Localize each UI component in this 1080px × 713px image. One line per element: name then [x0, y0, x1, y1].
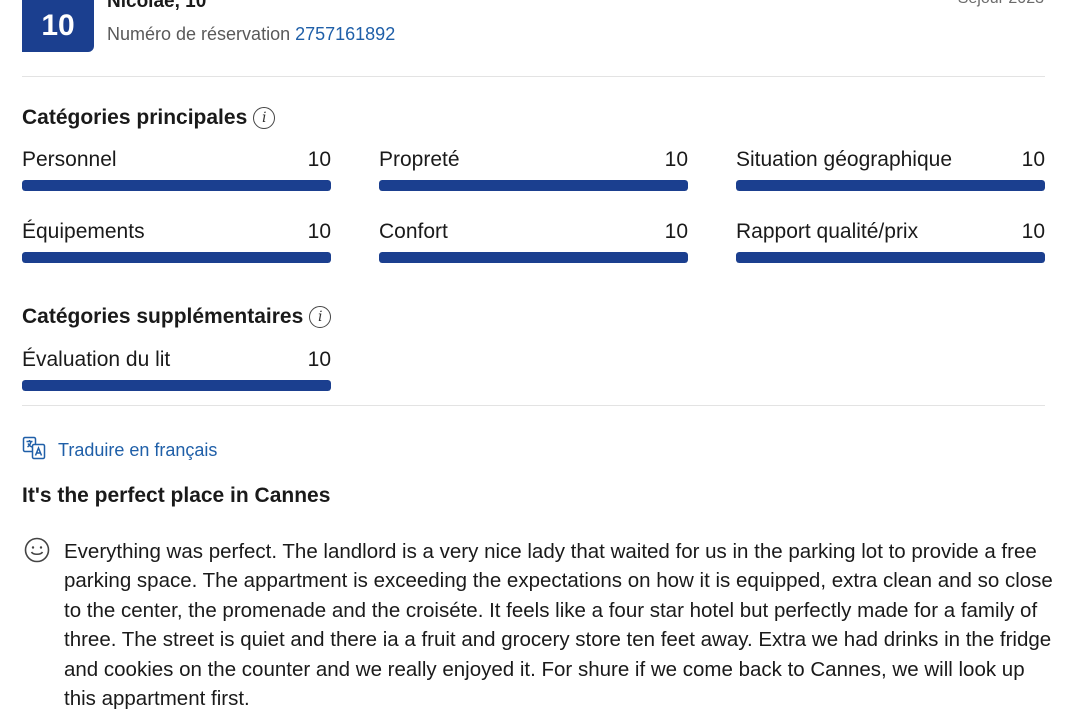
review-score-badge: 10 — [22, 0, 94, 52]
category-score: 10 — [664, 220, 688, 243]
smile-icon — [24, 537, 50, 568]
category-label: Propreté — [379, 148, 460, 171]
category-label: Personnel — [22, 148, 117, 171]
main-categories-label: Catégories principales — [22, 106, 248, 129]
category-evaluation-lit: Évaluation du lit 10 — [22, 348, 331, 391]
category-proprete: Propreté 10 — [379, 148, 688, 191]
category-equipements: Équipements 10 — [22, 220, 331, 263]
category-bar-fill — [22, 252, 331, 263]
category-score: 10 — [1021, 148, 1045, 171]
category-bar-fill — [379, 252, 688, 263]
category-score: 10 — [664, 148, 688, 171]
info-icon[interactable]: i — [253, 107, 276, 129]
extra-categories-label: Catégories supplémentaires — [22, 305, 304, 328]
category-bar — [736, 180, 1045, 191]
category-bar-fill — [22, 380, 331, 391]
category-bar-fill — [736, 252, 1045, 263]
category-bar — [22, 252, 331, 263]
info-icon[interactable]: i — [309, 306, 332, 328]
translate-label[interactable]: Traduire en français — [58, 440, 217, 461]
stay-date: Séjour 2023 — [958, 0, 1044, 8]
category-label: Évaluation du lit — [22, 348, 171, 371]
category-rapport-qualite-prix: Rapport qualité/prix 10 — [736, 220, 1045, 263]
category-personnel: Personnel 10 — [22, 148, 331, 191]
category-label: Situation géographique — [736, 148, 953, 171]
category-situation: Situation géographique 10 — [736, 148, 1045, 191]
main-categories-title: Catégories principales i — [22, 106, 276, 130]
category-label: Équipements — [22, 220, 145, 243]
category-bar — [736, 252, 1045, 263]
translate-link[interactable]: Traduire en français — [22, 436, 217, 465]
category-score: 10 — [307, 348, 331, 371]
reservation-label: Numéro de réservation — [107, 24, 291, 44]
category-bar — [22, 380, 331, 391]
extra-categories-title: Catégories supplémentaires i — [22, 305, 332, 329]
category-bar — [379, 252, 688, 263]
divider — [22, 76, 1045, 77]
category-label: Rapport qualité/prix — [736, 220, 919, 243]
review-headline: It's the perfect place in Cannes — [22, 484, 331, 507]
category-bar-fill — [379, 180, 688, 191]
category-bar — [22, 180, 331, 191]
review-positive-text: Everything was perfect. The landlord is … — [64, 540, 1053, 711]
reviewer-name: Nicolae, 10 — [107, 0, 207, 12]
divider — [22, 405, 1045, 406]
reservation-number[interactable]: 2757161892 — [295, 24, 395, 44]
translate-icon — [22, 436, 46, 465]
category-label: Confort — [379, 220, 448, 243]
category-score: 10 — [1021, 220, 1045, 243]
reservation-info: Numéro de réservation 2757161892 — [107, 24, 395, 45]
category-bar-fill — [22, 180, 331, 191]
category-confort: Confort 10 — [379, 220, 688, 263]
category-bar — [379, 180, 688, 191]
category-bar-fill — [736, 180, 1045, 191]
category-score: 10 — [307, 220, 331, 243]
category-score: 10 — [307, 148, 331, 171]
